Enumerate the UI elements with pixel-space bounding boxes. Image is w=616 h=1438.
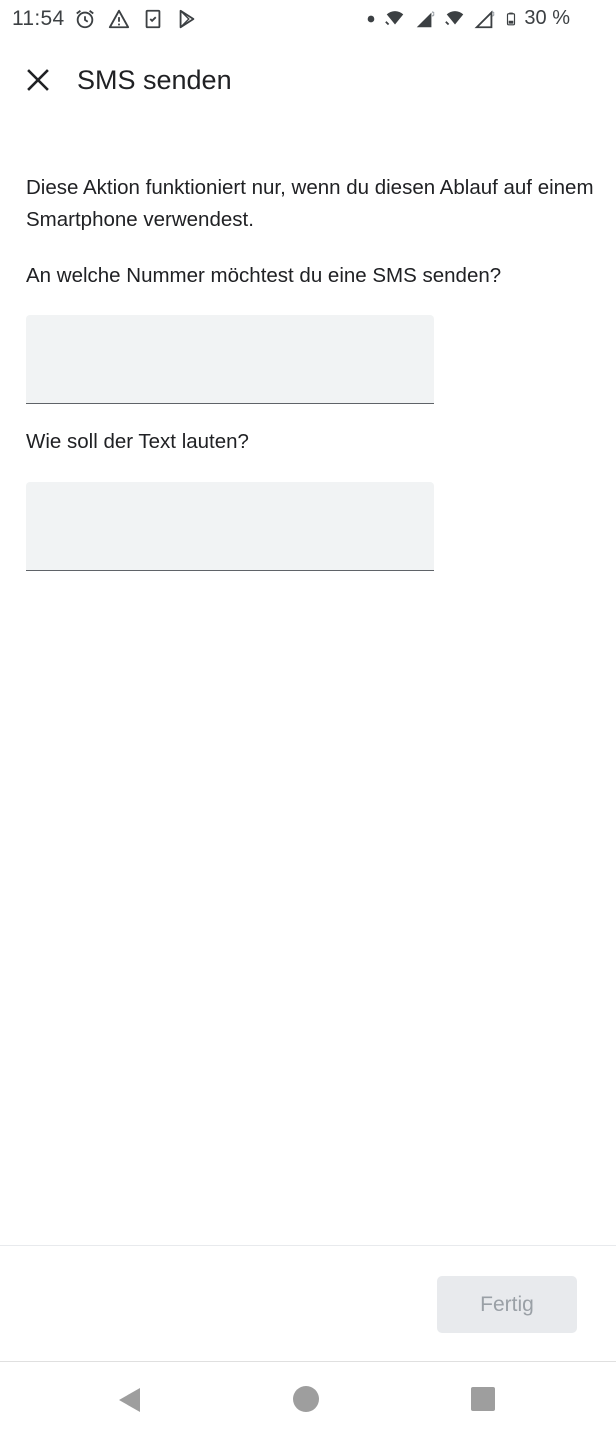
page-title: SMS senden <box>77 65 232 95</box>
status-bar: 11:54 30 % <box>0 0 616 40</box>
done-button[interactable]: Fertig <box>437 1276 577 1333</box>
home-circle-icon[interactable] <box>292 1385 320 1413</box>
action-bar: Fertig <box>0 1245 616 1361</box>
clipboard-check-icon <box>145 9 161 29</box>
wifi-call-icon <box>385 11 404 26</box>
wifi-call-icon <box>445 11 464 26</box>
recent-square-icon[interactable] <box>470 1386 496 1412</box>
warning-icon <box>108 9 130 29</box>
battery-icon <box>506 12 516 26</box>
signal-icon <box>474 10 495 29</box>
message-text-input[interactable] <box>26 482 434 571</box>
app-bar: SMS senden <box>0 50 616 114</box>
screen: 11:54 30 % SMS senden Diese Aktion funkt… <box>0 0 616 1438</box>
phone-number-input[interactable] <box>26 315 434 404</box>
status-time: 11:54 <box>12 7 65 30</box>
number-question-label: An welche Nummer möchtest du eine SMS se… <box>26 264 502 287</box>
content: Diese Aktion funktioniert nur, wenn du d… <box>26 172 596 571</box>
close-button[interactable] <box>18 60 58 100</box>
description-text: Diese Aktion funktioniert nur, wenn du d… <box>26 176 594 231</box>
battery-percent: 30 % <box>524 7 570 29</box>
close-icon <box>27 69 49 91</box>
status-left-icons <box>74 8 198 30</box>
alarm-icon <box>76 10 94 29</box>
back-triangle-icon[interactable] <box>116 1386 142 1414</box>
status-right-icons <box>366 8 518 30</box>
play-store-icon <box>179 9 195 29</box>
text-question-label: Wie soll der Text lauten? <box>26 430 249 453</box>
nav-bar <box>0 1361 616 1438</box>
dot-icon <box>367 15 375 23</box>
signal-icon <box>416 11 435 28</box>
